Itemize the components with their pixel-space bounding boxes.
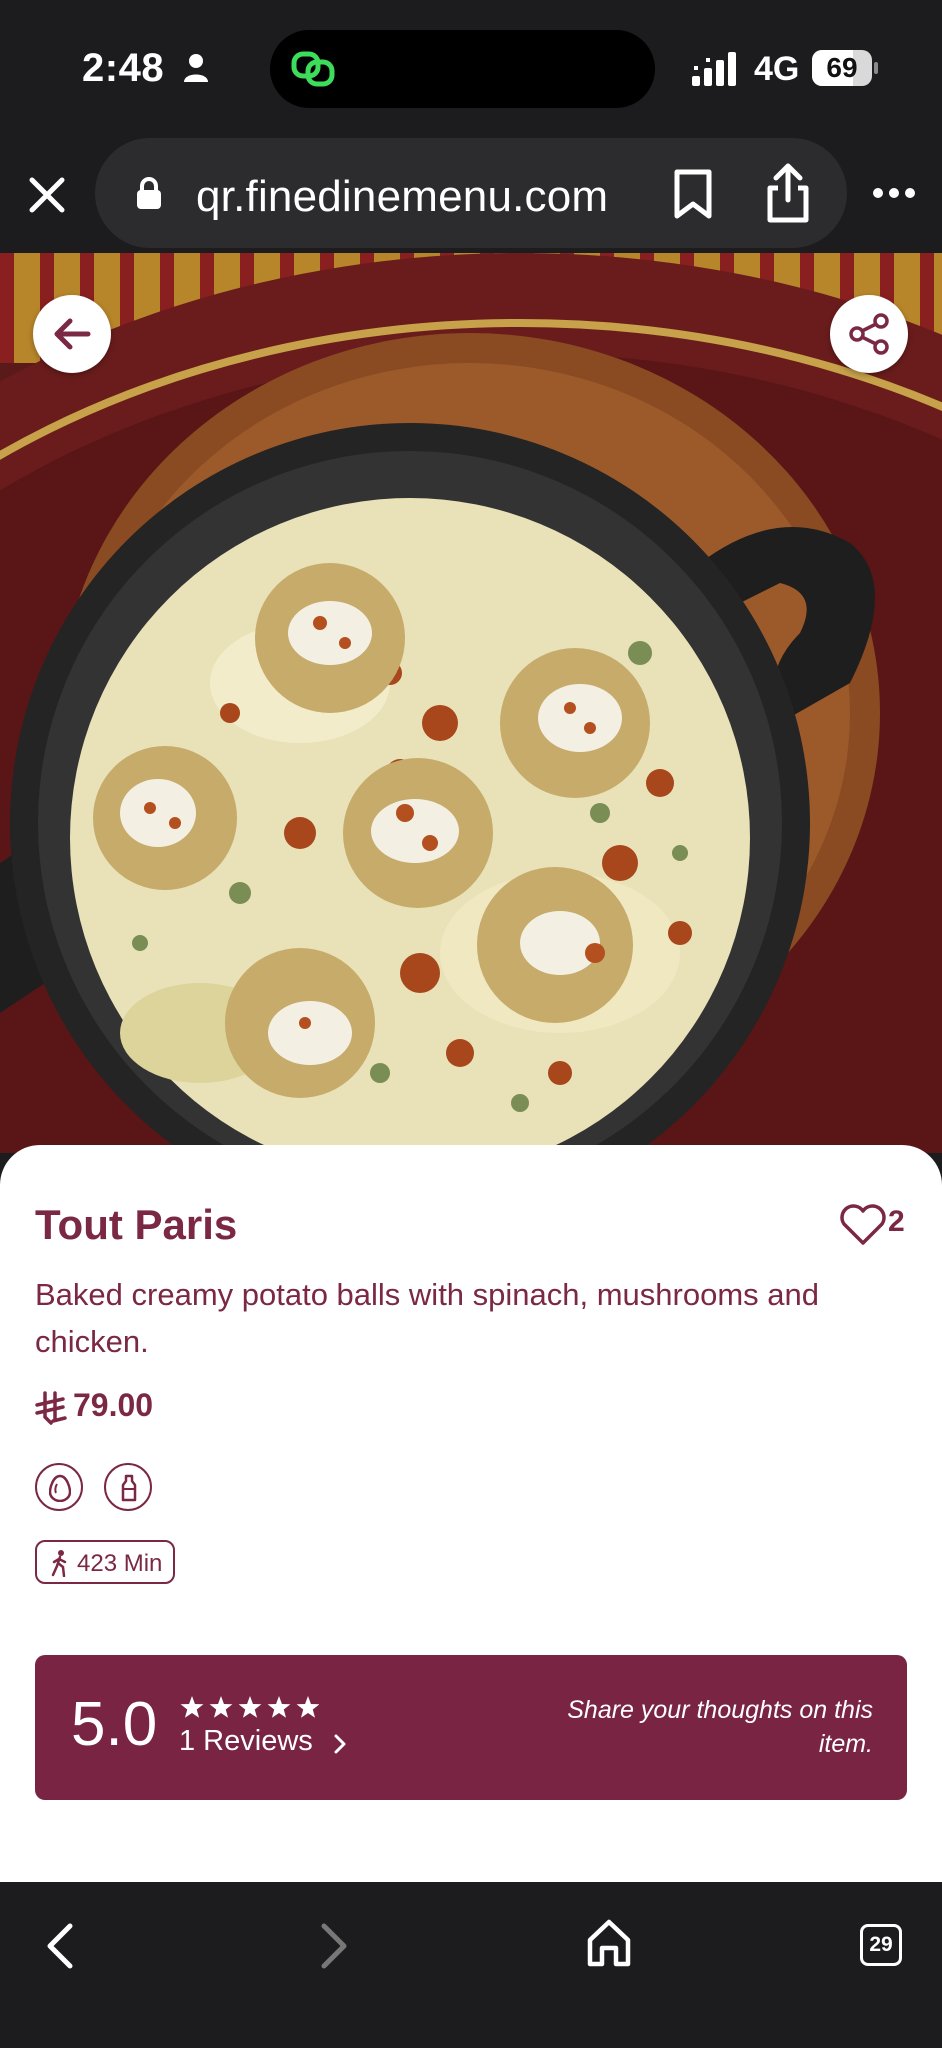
milk-bottle-icon (121, 1474, 137, 1502)
arrow-left-icon (54, 318, 91, 350)
walking-person-icon (51, 1550, 67, 1577)
star-icon (267, 1696, 291, 1718)
bookmark-icon[interactable] (672, 168, 714, 220)
url-text[interactable]: qr.finedinemenu.com (196, 172, 608, 222)
battery-percent: 69 (826, 52, 858, 83)
reviews-count-link[interactable]: 1 Reviews (179, 1725, 313, 1758)
allergen-egg (35, 1463, 83, 1511)
star-rating (180, 1696, 319, 1718)
status-time: 2:48 (82, 46, 165, 90)
review-prompt[interactable]: Share your thoughts on this item. (513, 1693, 873, 1761)
heart-icon[interactable] (838, 1203, 888, 1247)
like-count: 2 (888, 1205, 905, 1238)
tab-count: 29 (869, 1933, 893, 1956)
lock-icon (137, 177, 161, 209)
status-bar: 2:48 4G 69 (0, 0, 942, 138)
reviews-banner[interactable]: 5.0 1 Reviews Share your thoughts on thi… (35, 1655, 907, 1800)
network-type: 4G (754, 50, 800, 88)
price-value: 79.00 (73, 1387, 154, 1423)
more-icon[interactable] (872, 186, 916, 200)
star-icon (296, 1696, 319, 1718)
close-icon[interactable] (24, 172, 70, 218)
dish-photo (0, 253, 942, 1153)
item-title: Tout Paris (35, 1201, 238, 1248)
back-button[interactable] (33, 295, 111, 373)
allergen-milk (104, 1463, 152, 1511)
star-icon (238, 1696, 262, 1718)
rating-score: 5.0 (71, 1690, 158, 1759)
person-icon (184, 54, 208, 82)
star-icon (180, 1696, 204, 1718)
forward-icon[interactable] (318, 1920, 350, 1972)
share-item-button[interactable] (830, 295, 908, 373)
star-icon (209, 1696, 233, 1718)
browser-bottom-bar: 29 (0, 1882, 942, 2048)
share-icon[interactable] (764, 162, 812, 224)
egg-icon (49, 1474, 71, 1502)
share-nodes-icon (849, 313, 889, 355)
saudi-riyal-icon (35, 1391, 67, 1425)
back-icon[interactable] (44, 1920, 76, 1972)
prep-time-text: 423 Min (77, 1550, 163, 1577)
link-activity-icon (291, 51, 335, 87)
tabs-icon[interactable]: 29 (860, 1924, 902, 1966)
chevron-right-icon[interactable] (333, 1733, 347, 1755)
signal-icon (692, 52, 736, 86)
item-details-card: Tout Paris 2 Baked creamy potato balls w… (0, 1145, 942, 1882)
home-icon[interactable] (586, 1918, 632, 1968)
battery-indicator: 69 (812, 50, 878, 86)
prep-time-badge: 423 Min (35, 1540, 175, 1584)
item-description: Baked creamy potato balls with spinach, … (35, 1277, 820, 1359)
browser-toolbar: qr.finedinemenu.com (0, 138, 942, 253)
